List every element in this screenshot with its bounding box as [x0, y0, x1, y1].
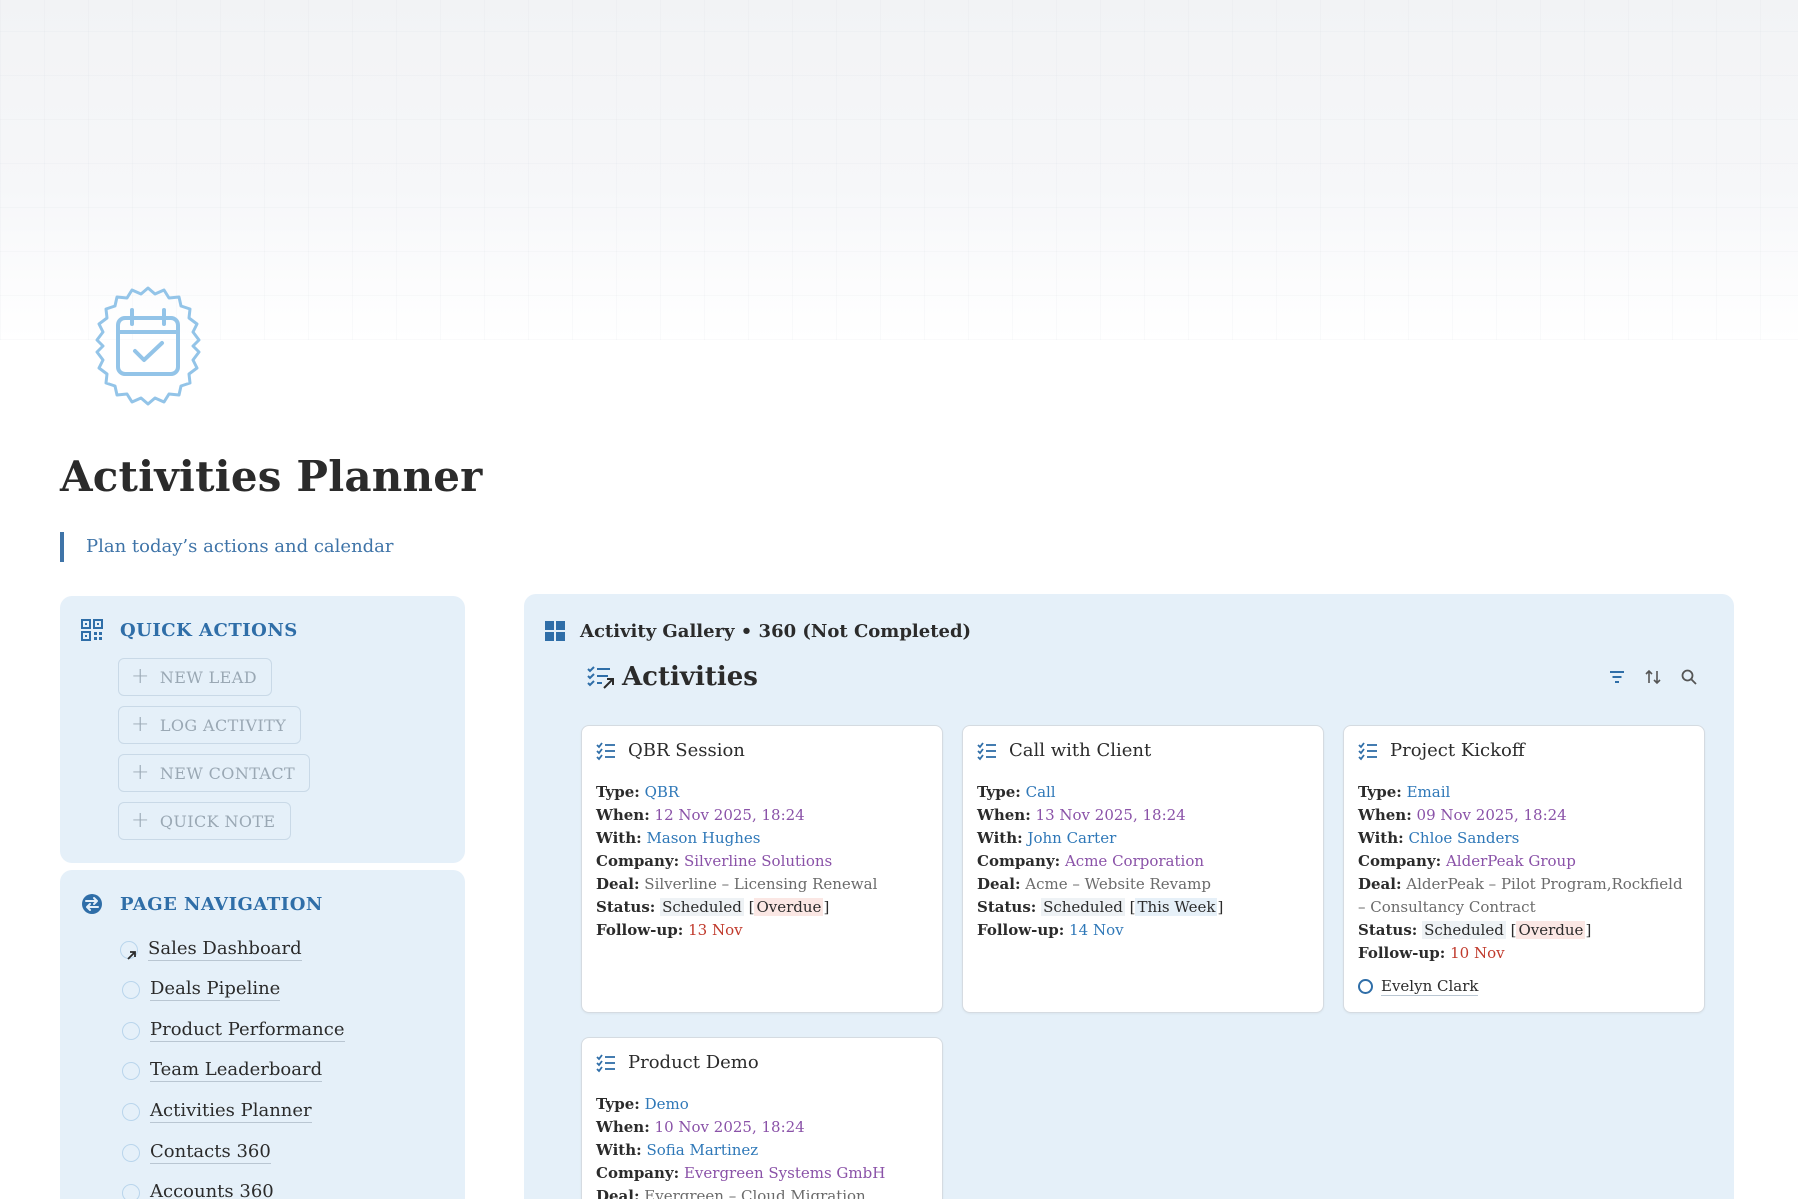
activity-card[interactable]: Project Kickoff Type: Email When: 09 Nov… — [1343, 725, 1705, 1013]
navigation-arrows-icon — [82, 894, 102, 914]
deal-row: Deal: Evergreen – Cloud Migration — [596, 1187, 866, 1199]
followup-row: Follow-up: 10 Nov — [1358, 944, 1505, 962]
type-row: Type: Email — [1358, 783, 1451, 801]
nav-team-leaderboard[interactable]: Team Leaderboard — [122, 1059, 323, 1082]
nav-contacts-360[interactable]: Contacts 360 — [122, 1141, 271, 1164]
when-row: When: 09 Nov 2025, 18:24 — [1358, 806, 1567, 824]
plus-icon: + — [131, 712, 150, 737]
quick-actions-panel: QUICK ACTIONS + NEW LEAD + LOG ACTIVITY … — [60, 596, 465, 863]
log-activity-button[interactable]: + LOG ACTIVITY — [118, 706, 302, 744]
page-icon — [122, 1061, 140, 1080]
checklist-icon — [596, 1053, 615, 1072]
view-title[interactable]: Activities — [586, 662, 758, 692]
link-arrow-icon — [120, 940, 138, 960]
page-icon — [122, 1143, 140, 1162]
type-row: Type: Call — [977, 783, 1056, 801]
activity-card[interactable]: Product Demo Type: Demo When: 10 Nov 202… — [581, 1037, 943, 1199]
nav-product-performance[interactable]: Product Performance — [122, 1019, 345, 1042]
company-row: Company: AlderPeak Group — [1358, 852, 1576, 870]
page-icon — [122, 1021, 140, 1040]
gallery-title: Activity Gallery • 360 (Not Completed) — [580, 620, 972, 642]
page-title: Activities Planner — [60, 452, 483, 501]
new-lead-button[interactable]: + NEW LEAD — [118, 658, 272, 696]
gallery-heading: Activity Gallery • 360 (Not Completed) — [544, 620, 971, 642]
card-title: QBR Session — [596, 740, 928, 761]
page-subtitle: Plan today’s actions and calendar — [60, 532, 394, 562]
with-row: With: John Carter — [977, 829, 1117, 847]
cover-banner — [0, 0, 1798, 340]
quick-actions-heading: QUICK ACTIONS — [80, 618, 298, 642]
deal-row: Deal: Acme – Website Revamp — [977, 875, 1211, 893]
assignee[interactable]: Evelyn Clark — [1358, 977, 1690, 996]
plus-icon: + — [131, 664, 150, 689]
followup-row: Follow-up: 13 Nov — [596, 921, 743, 939]
page-icon — [122, 1183, 140, 1199]
card-title: Call with Client — [977, 740, 1309, 761]
status-row: Status: Scheduled [This Week] — [977, 898, 1224, 916]
activity-gallery-panel: Activity Gallery • 360 (Not Completed) A… — [524, 594, 1734, 1199]
company-row: Company: Acme Corporation — [977, 852, 1205, 870]
followup-row: Follow-up: 14 Nov — [977, 921, 1124, 939]
page-navigation-heading: PAGE NAVIGATION — [80, 892, 323, 916]
qr-grid-icon — [81, 619, 103, 641]
checklist-icon — [977, 741, 996, 760]
company-row: Company: Evergreen Systems GmbH — [596, 1164, 886, 1182]
plus-icon: + — [131, 808, 150, 833]
nav-activities-planner[interactable]: Activities Planner — [122, 1100, 312, 1123]
page-icon — [122, 1102, 140, 1121]
nav-deals-pipeline[interactable]: Deals Pipeline — [122, 978, 281, 1001]
status-badge: Overdue — [1516, 921, 1586, 939]
activity-card[interactable]: Call with Client Type: Call When: 13 Nov… — [962, 725, 1324, 1013]
nav-sales-dashboard[interactable]: Sales Dashboard — [120, 938, 302, 961]
page-navigation-panel: PAGE NAVIGATION Sales Dashboard Deals Pi… — [60, 870, 465, 1199]
type-row: Type: QBR — [596, 783, 680, 801]
when-row: When: 13 Nov 2025, 18:24 — [977, 806, 1186, 824]
search-icon[interactable] — [1680, 668, 1698, 686]
activity-card[interactable]: QBR Session Type: QBR When: 12 Nov 2025,… — [581, 725, 943, 1013]
with-row: With: Mason Hughes — [596, 829, 761, 847]
quick-note-button[interactable]: + QUICK NOTE — [118, 802, 291, 840]
status-badge: This Week — [1135, 898, 1218, 916]
checklist-link-icon — [587, 666, 614, 689]
nav-accounts-360[interactable]: Accounts 360 — [122, 1181, 274, 1199]
person-icon — [1358, 979, 1373, 994]
checklist-icon — [1358, 741, 1377, 760]
page-icon — [122, 980, 140, 999]
quick-actions-title: QUICK ACTIONS — [120, 619, 298, 641]
calendar-check-icon[interactable] — [84, 282, 212, 410]
grid-icon — [545, 621, 565, 641]
status-badge: Overdue — [754, 898, 824, 916]
plus-icon: + — [131, 760, 150, 785]
status-row: Status: Scheduled [Overdue] — [1358, 921, 1592, 939]
view-toolbar — [1608, 668, 1698, 686]
checklist-icon — [596, 741, 615, 760]
company-row: Company: Silverline Solutions — [596, 852, 833, 870]
with-row: With: Sofia Martinez — [596, 1141, 759, 1159]
sort-icon[interactable] — [1644, 668, 1662, 686]
deal-row: Deal: Silverline – Licensing Renewal — [596, 875, 878, 893]
deal-row: Deal: AlderPeak – Pilot Program,Rockfiel… — [1358, 875, 1683, 916]
with-row: With: Chloe Sanders — [1358, 829, 1520, 847]
when-row: When: 10 Nov 2025, 18:24 — [596, 1118, 805, 1136]
page-navigation-title: PAGE NAVIGATION — [120, 893, 323, 915]
card-title: Product Demo — [596, 1052, 928, 1073]
when-row: When: 12 Nov 2025, 18:24 — [596, 806, 805, 824]
card-title: Project Kickoff — [1358, 740, 1690, 761]
filter-icon[interactable] — [1608, 668, 1626, 686]
status-row: Status: Scheduled [Overdue] — [596, 898, 830, 916]
new-contact-button[interactable]: + NEW CONTACT — [118, 754, 311, 792]
type-row: Type: Demo — [596, 1095, 689, 1113]
